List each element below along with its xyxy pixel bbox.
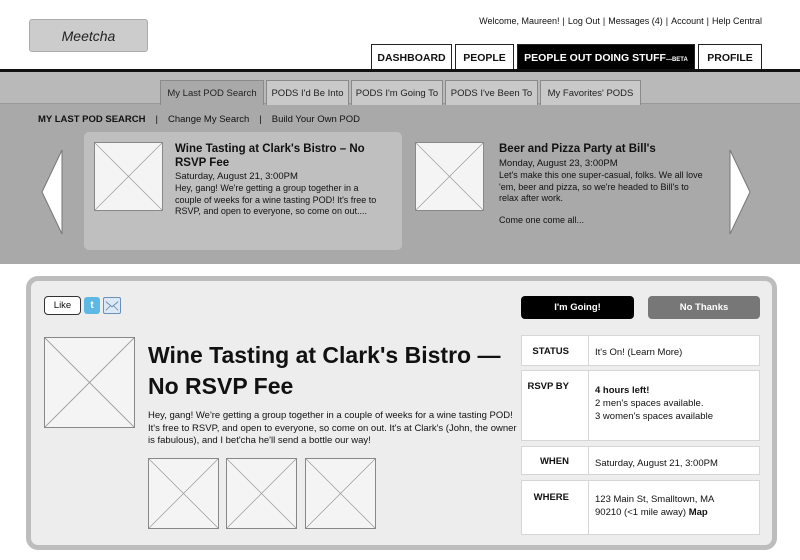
pod-description: Hey, gang! We're getting a group togethe… [148, 410, 517, 446]
rsvp-label: RSVP BY [527, 381, 569, 392]
info-divider [588, 336, 589, 365]
info-row-when: WHEN Saturday, August 21, 3:00PM [521, 446, 760, 475]
tab-profile[interactable]: Profile [698, 44, 762, 70]
info-row-rsvp: RSVP BY 4 hours left! 2 men's spaces ava… [521, 370, 760, 441]
pod-gallery-image[interactable] [305, 458, 376, 529]
help-central-link[interactable]: Help Central [712, 16, 762, 26]
result-extra-text: Come one come all... [499, 215, 585, 225]
tab-label: People Out Doing Stuff [524, 52, 666, 64]
result-date: Saturday, August 21, 3:00PM [175, 171, 298, 182]
rsvp-men-spaces: 2 men's spaces available. [595, 398, 704, 409]
subtab-pods-im-going-to[interactable]: PODS I'm Going To [351, 80, 443, 105]
result-title[interactable]: Wine Tasting at Clark's Bistro – No RSVP… [175, 142, 390, 170]
next-arrow-icon[interactable] [728, 148, 752, 236]
no-thanks-button[interactable]: No Thanks [648, 296, 760, 319]
info-row-where: WHERE 123 Main St, Smalltown, MA 90210 (… [521, 480, 760, 535]
subtab-my-last-pod-search[interactable]: My Last POD Search [160, 80, 264, 105]
subtab-my-favorites-pods[interactable]: My Favorites' PODS [540, 80, 641, 105]
search-subnav: MY LAST POD SEARCH | Change My Search | Buil… [38, 114, 360, 125]
pod-title: Wine Tasting at Clark's Bistro — No RSVP… [148, 342, 501, 399]
email-share-icon[interactable] [103, 297, 121, 314]
rsvp-time-left: 4 hours left! [595, 385, 650, 396]
change-my-search-link[interactable]: Change My Search [168, 114, 249, 125]
where-address: 123 Main St, Smalltown, MA [595, 494, 715, 505]
im-going-button[interactable]: I'm Going! [521, 296, 634, 319]
like-button[interactable]: Like [44, 296, 81, 315]
user-links: Welcome, Maureen! | Log Out | Messages (4) | A… [479, 16, 762, 26]
current-search-label: MY LAST POD SEARCH [38, 114, 146, 125]
result-date: Monday, August 23, 3:00PM [499, 158, 618, 169]
tab-people-out-doing-stuff[interactable]: People Out Doing Stuff—BETA [517, 44, 695, 70]
tab-people[interactable]: People [455, 44, 514, 70]
result-description: Let's make this one super-casual, folks.… [499, 170, 703, 203]
result-description: Hey, gang! We're getting a group togethe… [175, 183, 377, 216]
subtab-pods-ive-been-to[interactable]: PODS I've Been To [445, 80, 538, 105]
info-divider [588, 481, 589, 534]
status-label: STATUS [532, 346, 569, 357]
twitter-icon[interactable]: t [84, 297, 100, 314]
info-divider [588, 447, 589, 474]
info-divider [588, 371, 589, 440]
messages-link[interactable]: Messages (4) [608, 16, 663, 26]
subtab-pods-id-be-into[interactable]: PODS I'd Be Into [266, 80, 349, 105]
beta-badge: —BETA [665, 57, 688, 63]
welcome-text: Welcome, Maureen! [479, 16, 560, 26]
build-your-own-pod-link[interactable]: Build Your Own POD [272, 114, 360, 125]
when-value: Saturday, August 21, 3:00PM [595, 458, 718, 469]
rsvp-women-spaces: 3 women's spaces available [595, 411, 713, 422]
previous-arrow-icon[interactable] [40, 148, 64, 236]
result-thumbnail [94, 142, 163, 211]
rsvp-value: 4 hours left! 2 men's spaces available. … [595, 384, 713, 423]
pod-main-image [44, 337, 135, 428]
where-label: WHERE [533, 492, 569, 503]
logout-link[interactable]: Log Out [568, 16, 600, 26]
status-value[interactable]: It's On! (Learn More) [595, 346, 682, 359]
where-value: 123 Main St, Smalltown, MA 90210 (<1 mil… [595, 493, 714, 519]
pod-gallery-image[interactable] [148, 458, 219, 529]
main-navigation: Dashboard People People Out Doing Stuff—… [0, 44, 800, 70]
account-link[interactable]: Account [671, 16, 704, 26]
result-title[interactable]: Beer and Pizza Party at Bill's [499, 142, 709, 156]
map-link[interactable]: Map [689, 507, 708, 518]
info-row-status: STATUS It's On! (Learn More) [521, 335, 760, 366]
tab-dashboard[interactable]: Dashboard [371, 44, 452, 70]
result-thumbnail [415, 142, 484, 211]
when-label: WHEN [539, 456, 569, 467]
pod-gallery-image[interactable] [226, 458, 297, 529]
where-distance: 90210 (<1 mile away) [595, 507, 687, 518]
